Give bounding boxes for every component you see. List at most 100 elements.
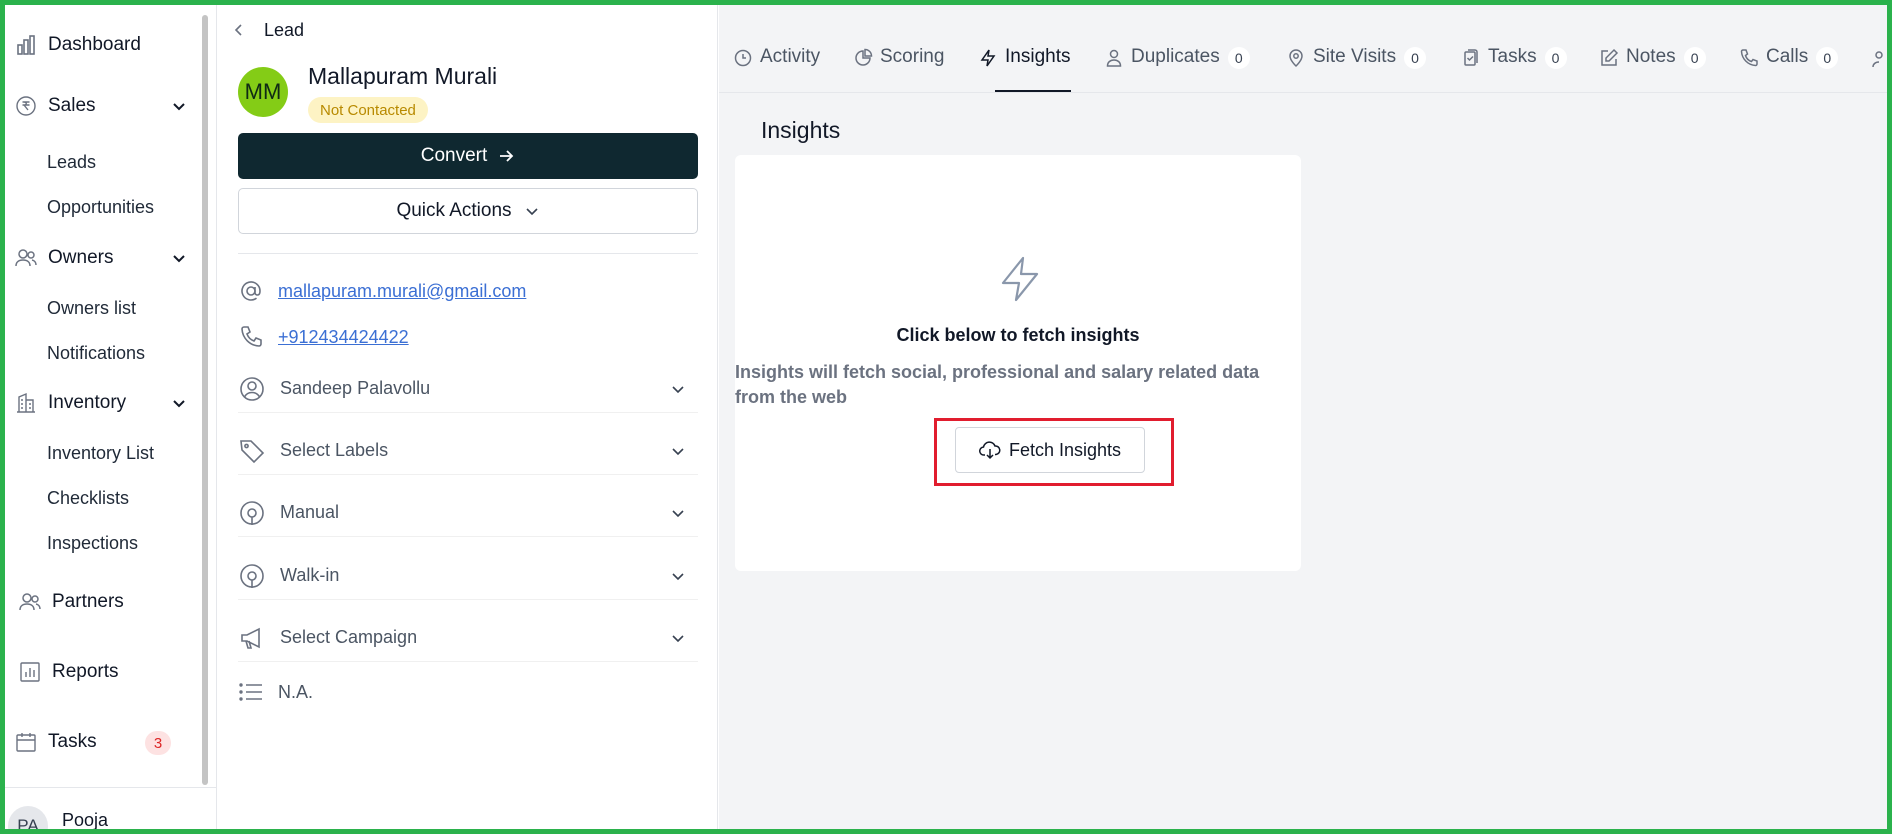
tab-label: Duplicates xyxy=(1131,46,1220,67)
phone-link[interactable]: +912434424422 xyxy=(278,327,409,348)
notes-row: N.A. xyxy=(238,677,313,707)
users-icon xyxy=(17,589,43,615)
insights-card: Click below to fetch insights Insights w… xyxy=(735,155,1301,571)
tab-activity[interactable]: Activity xyxy=(733,45,820,85)
tab-label: Scoring xyxy=(880,46,945,67)
sidebar-item-dashboard[interactable]: Dashboard xyxy=(5,25,195,65)
sidebar-item-sales[interactable]: Sales xyxy=(5,86,195,126)
insights-heading: Click below to fetch insights xyxy=(896,325,1140,345)
fetch-insights-button[interactable]: Fetch Insights xyxy=(955,427,1145,473)
map-pin-icon xyxy=(1289,49,1303,68)
overflow-tab-icon[interactable] xyxy=(1869,49,1885,69)
subsource-select[interactable]: Walk-in xyxy=(238,552,698,600)
phone-row: +912434424422 xyxy=(238,322,409,352)
sidebar-item-owners[interactable]: Owners xyxy=(5,238,195,278)
arrow-right-icon xyxy=(500,150,514,162)
cloud-download-icon xyxy=(978,441,1001,460)
sidebar-item-label: Inventory xyxy=(48,392,127,413)
owner-value: Sandeep Palavollu xyxy=(280,378,431,398)
pie-chart-icon xyxy=(855,48,873,66)
sidebar-item-tasks[interactable]: Tasks 3 xyxy=(5,722,195,762)
status-badge: Not Contacted xyxy=(308,97,428,123)
at-sign-icon xyxy=(241,281,261,301)
user-name: Pooja xyxy=(62,810,109,829)
quick-actions-dropdown[interactable]: Quick Actions xyxy=(238,188,698,234)
tab-insights[interactable]: Insights xyxy=(978,45,1070,85)
source-select[interactable]: Manual xyxy=(238,489,698,537)
lead-name: Mallapuram Murali xyxy=(308,63,498,89)
user-profile[interactable]: PA Pooja xyxy=(5,787,216,829)
sidebar: Dashboard Sales Leads Opportunities Owne… xyxy=(5,5,217,829)
sidebar-subitem-checklists[interactable]: Checklists xyxy=(47,481,129,515)
sidebar-subitem-notifications[interactable]: Notifications xyxy=(47,336,145,370)
phone-icon xyxy=(241,326,262,347)
chevron-down-icon[interactable] xyxy=(169,393,189,413)
page-title: Insights xyxy=(761,117,841,143)
active-tab-indicator xyxy=(995,90,1071,92)
convert-button[interactable]: Convert xyxy=(238,133,698,179)
tab-count-badge: 0 xyxy=(1816,47,1839,69)
bar-chart-icon xyxy=(13,32,39,58)
avatar: MM xyxy=(238,67,288,117)
email-link[interactable]: mallapuram.murali@gmail.com xyxy=(278,281,526,302)
sidebar-scrollbar[interactable] xyxy=(202,15,208,785)
megaphone-icon xyxy=(241,627,260,649)
sidebar-item-reports[interactable]: Reports xyxy=(5,652,195,692)
labels-select[interactable]: Select Labels xyxy=(238,427,698,475)
chevron-down-icon[interactable] xyxy=(169,96,189,116)
main-content: Activity Scoring Insights Duplicates 0 S… xyxy=(719,5,1887,829)
tab-site-visits[interactable]: Site Visits 0 xyxy=(1286,45,1427,85)
sidebar-item-inventory[interactable]: Inventory xyxy=(5,383,195,423)
owner-select[interactable]: Sandeep Palavollu xyxy=(238,365,698,413)
chevron-down-icon[interactable] xyxy=(169,248,189,268)
chevron-down-icon xyxy=(672,573,684,581)
sidebar-item-label: Dashboard xyxy=(48,34,141,55)
lightning-icon xyxy=(1001,256,1039,302)
sidebar-item-label: Sales xyxy=(48,95,96,116)
tab-calls[interactable]: Calls 0 xyxy=(1739,45,1839,85)
lightning-icon xyxy=(980,49,996,67)
tag-icon xyxy=(240,439,265,463)
chevron-left-icon[interactable] xyxy=(230,21,248,39)
tab-label: Tasks xyxy=(1488,46,1537,67)
user-circle-icon xyxy=(240,376,264,401)
source-value: Manual xyxy=(280,502,340,522)
tab-notes[interactable]: Notes 0 xyxy=(1599,45,1706,85)
building-icon xyxy=(13,390,39,416)
sidebar-item-label: Tasks xyxy=(48,731,97,752)
clipboard-icon xyxy=(1464,49,1478,66)
sidebar-item-label: Owners xyxy=(48,247,114,268)
sidebar-item-label: Reports xyxy=(52,661,119,682)
tab-tasks[interactable]: Tasks 0 xyxy=(1461,45,1567,85)
signal-icon xyxy=(240,500,264,525)
calendar-icon xyxy=(13,729,39,755)
convert-button-label: Convert xyxy=(420,145,488,166)
user-icon xyxy=(1106,49,1122,67)
tab-count-badge: 0 xyxy=(1227,47,1250,69)
edit-icon xyxy=(1601,48,1619,66)
sidebar-subitem-inspections[interactable]: Inspections xyxy=(47,526,138,560)
clock-icon xyxy=(734,49,752,67)
sidebar-subitem-owners-list[interactable]: Owners list xyxy=(47,291,136,325)
tab-duplicates[interactable]: Duplicates 0 xyxy=(1104,45,1250,85)
campaign-value: Select Campaign xyxy=(280,627,418,647)
tab-scoring[interactable]: Scoring xyxy=(853,45,944,85)
rupee-icon xyxy=(13,93,39,119)
insights-description: Insights will fetch social, professional… xyxy=(735,362,1260,407)
labels-value: Select Labels xyxy=(280,440,389,460)
chevron-down-icon xyxy=(672,448,684,456)
sidebar-subitem-opportunities[interactable]: Opportunities xyxy=(47,190,154,224)
phone-icon xyxy=(1740,49,1758,67)
chevron-down-icon xyxy=(672,635,684,643)
sidebar-subitem-inventory-list[interactable]: Inventory List xyxy=(47,436,154,470)
lead-detail-panel: Lead MM Mallapuram Murali Not Contacted … xyxy=(218,5,718,829)
breadcrumb-label: Lead xyxy=(264,19,305,40)
email-row: mallapuram.murali@gmail.com xyxy=(238,276,526,306)
sidebar-item-partners[interactable]: Partners xyxy=(5,582,195,622)
campaign-select[interactable]: Select Campaign xyxy=(238,614,698,662)
avatar: PA xyxy=(8,806,48,829)
users-icon xyxy=(13,245,39,271)
tab-label: Calls xyxy=(1766,46,1809,67)
sidebar-subitem-leads[interactable]: Leads xyxy=(47,145,96,179)
subsource-value: Walk-in xyxy=(280,565,340,585)
